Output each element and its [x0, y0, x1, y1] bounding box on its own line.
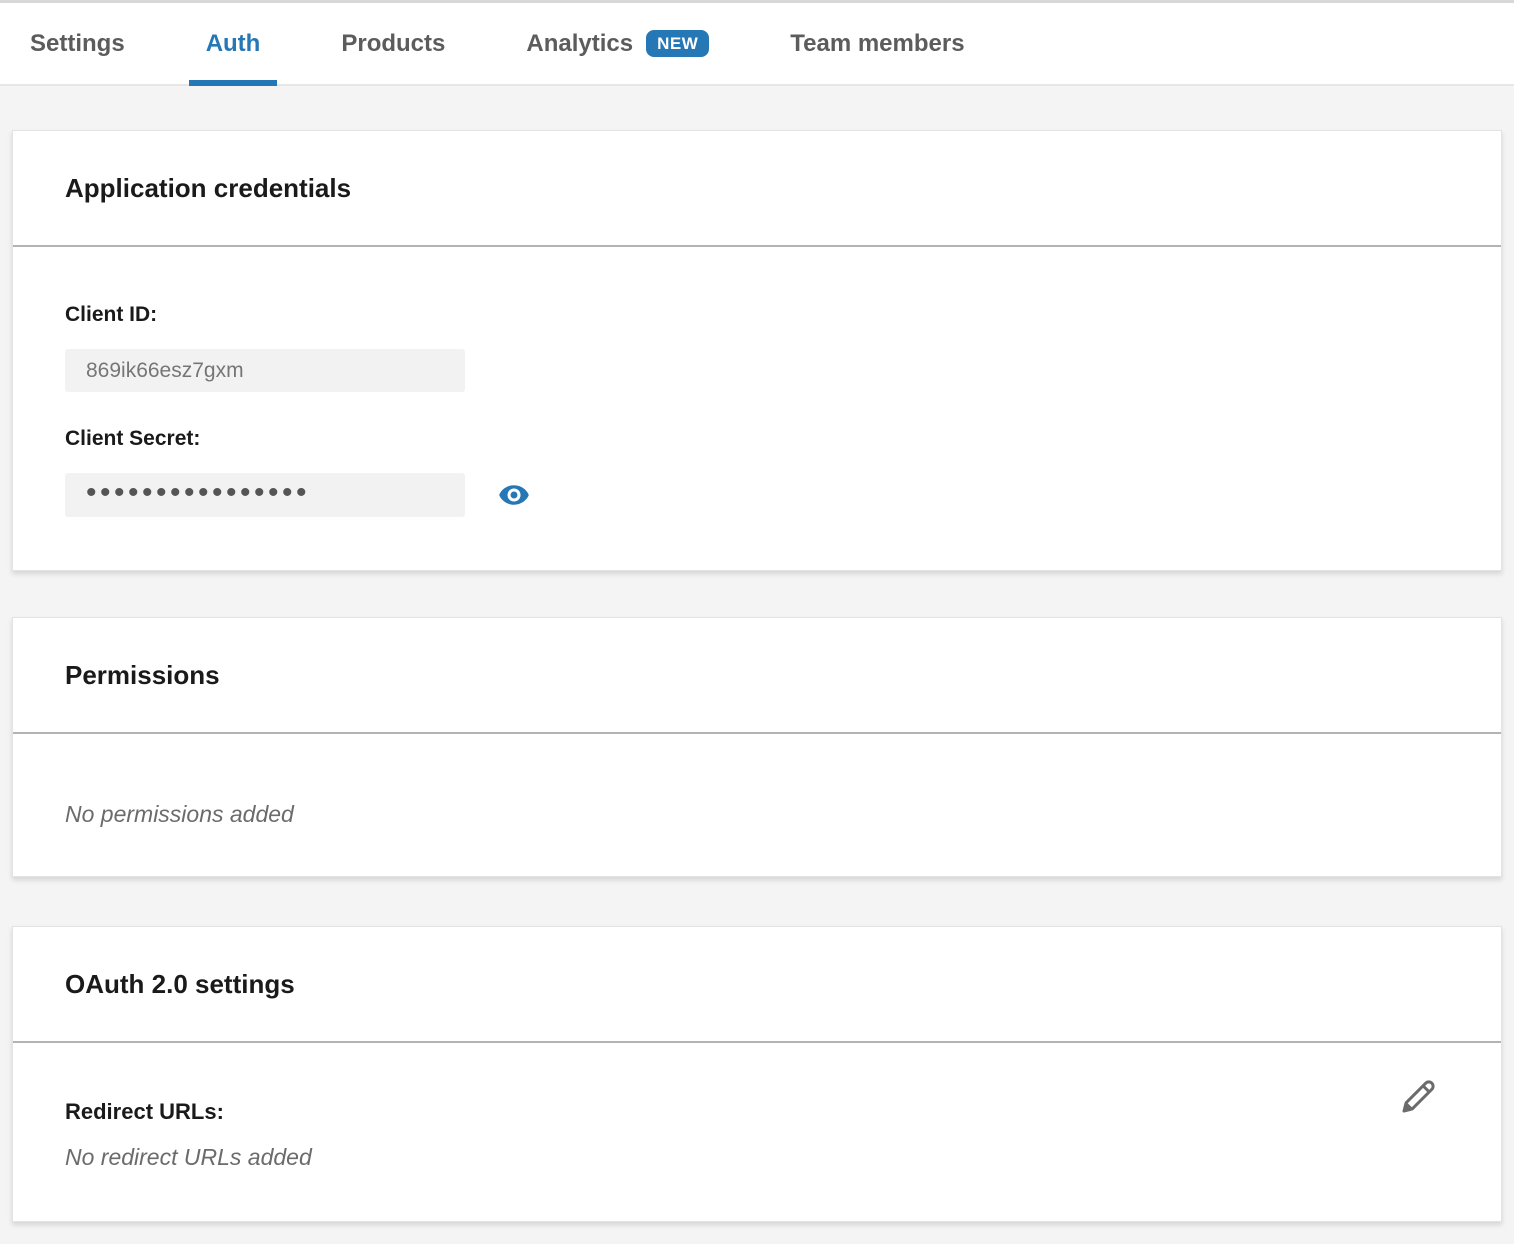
tab-analytics-label: Analytics: [526, 30, 633, 58]
application-credentials-title: Application credentials: [65, 173, 351, 204]
tab-team-members[interactable]: Team members: [773, 3, 981, 84]
client-id-label: Client ID:: [65, 302, 1449, 328]
client-secret-masked-value: ••••••••••••••••: [86, 478, 310, 508]
permissions-body: No permissions added: [13, 734, 1501, 876]
tab-auth[interactable]: Auth: [189, 3, 278, 84]
redirect-urls-empty-message: No redirect URLs added: [65, 1143, 1449, 1171]
permissions-empty-message: No permissions added: [65, 800, 1449, 828]
permissions-card: Permissions No permissions added: [12, 617, 1502, 877]
tab-auth-label: Auth: [206, 30, 261, 58]
new-badge: NEW: [646, 30, 709, 57]
tab-team-members-label: Team members: [790, 30, 964, 58]
client-id-value: 869ik66esz7gxm: [86, 359, 244, 383]
oauth-settings-title: OAuth 2.0 settings: [65, 969, 295, 1000]
client-secret-row: ••••••••••••••••: [65, 473, 1449, 517]
application-credentials-card: Application credentials Client ID: 869ik…: [12, 130, 1502, 571]
application-credentials-header: Application credentials: [13, 131, 1501, 247]
tab-products[interactable]: Products: [324, 3, 462, 84]
tab-products-label: Products: [341, 30, 445, 58]
tab-bar: Settings Auth Products Analytics NEW Tea…: [0, 0, 1514, 86]
edit-redirect-urls-button[interactable]: [1397, 1076, 1439, 1118]
client-secret-field[interactable]: ••••••••••••••••: [65, 473, 465, 517]
oauth-settings-body: Redirect URLs: No redirect URLs added: [13, 1043, 1501, 1221]
client-secret-label: Client Secret:: [65, 426, 1449, 452]
redirect-urls-label: Redirect URLs:: [65, 1099, 1449, 1125]
client-id-field[interactable]: 869ik66esz7gxm: [65, 349, 465, 392]
permissions-header: Permissions: [13, 618, 1501, 734]
auth-tab-content: Application credentials Client ID: 869ik…: [0, 86, 1514, 1222]
tab-settings-label: Settings: [30, 30, 125, 58]
tab-settings[interactable]: Settings: [13, 3, 142, 84]
oauth-settings-header: OAuth 2.0 settings: [13, 927, 1501, 1043]
oauth-settings-card: OAuth 2.0 settings Redirect URLs: No red…: [12, 926, 1502, 1222]
pencil-icon: [1397, 1076, 1439, 1118]
tab-analytics[interactable]: Analytics NEW: [509, 3, 726, 84]
permissions-title: Permissions: [65, 660, 220, 691]
application-credentials-body: Client ID: 869ik66esz7gxm Client Secret:…: [13, 247, 1501, 570]
eye-icon: [498, 479, 530, 511]
reveal-secret-button[interactable]: [498, 479, 530, 511]
